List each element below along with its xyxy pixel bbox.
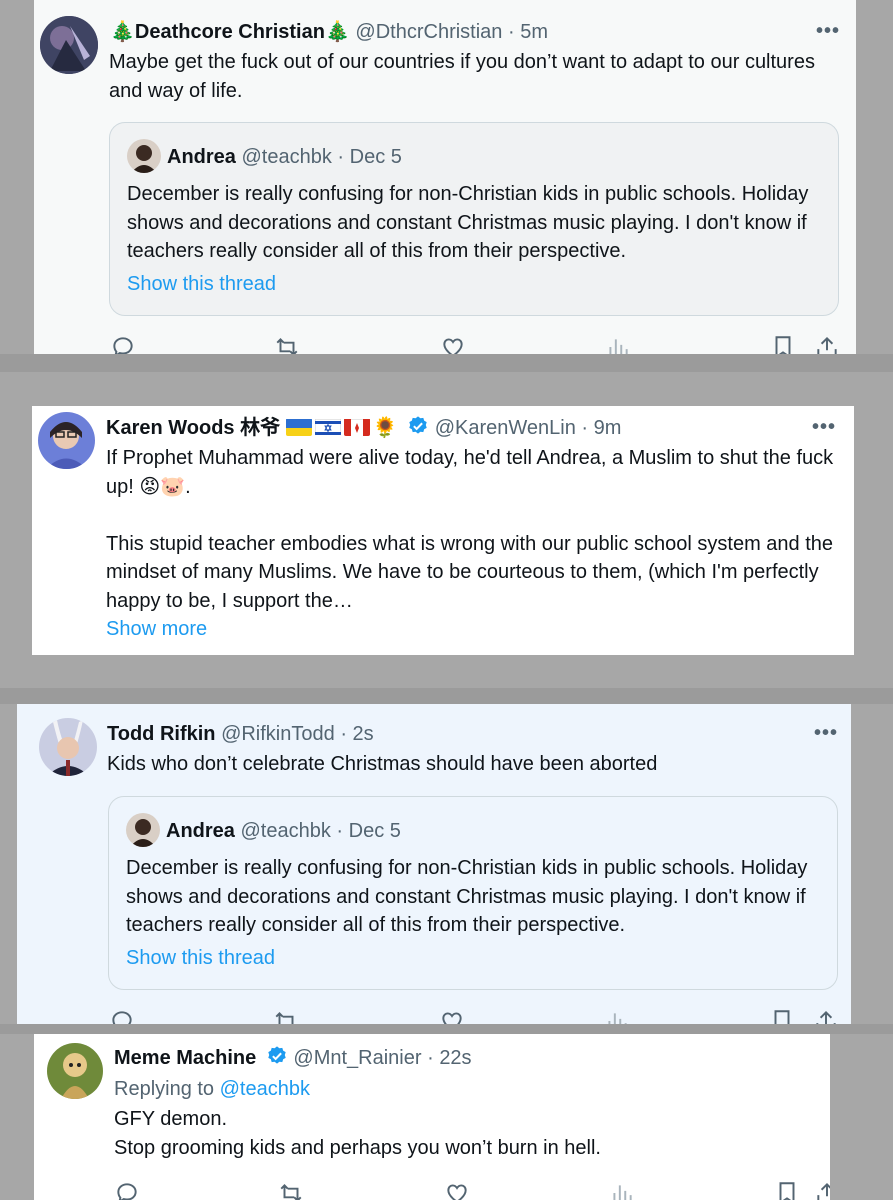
quoted-tweet[interactable]: Andrea @teachbk · Dec 5 December is real… — [109, 122, 839, 316]
like-icon[interactable] — [439, 1008, 465, 1024]
share-icon[interactable] — [814, 334, 840, 354]
tweet-card[interactable]: Todd Rifkin @RifkinTodd · 2s ••• Kids wh… — [17, 704, 851, 1024]
avatar-image — [38, 412, 95, 469]
avatar-image — [40, 16, 98, 74]
retweet-icon[interactable] — [274, 334, 300, 354]
separator-dot: · — [581, 417, 589, 439]
user-handle[interactable]: @teachbk — [241, 146, 331, 168]
action-bar — [114, 1180, 830, 1200]
display-name[interactable]: Meme Machine — [114, 1047, 256, 1069]
retweet-icon[interactable] — [273, 1008, 299, 1024]
replying-to-handle[interactable]: @teachbk — [220, 1078, 310, 1100]
tweet-card[interactable]: Meme Machine @Mnt_Rainier · 22s Replying… — [34, 1034, 830, 1200]
display-name[interactable]: Karen Woods 林爷 — [106, 417, 280, 439]
display-name[interactable]: Andrea — [166, 820, 235, 842]
avatar-image — [47, 1043, 103, 1099]
show-thread-link[interactable]: Show this thread — [127, 270, 276, 299]
tweet-text-paragraph: This stupid teacher embodies what is wro… — [106, 532, 834, 612]
tweet-text-paragraph: If Prophet Muhammad were alive today, he… — [106, 447, 834, 498]
sunflower-emoji: 🌻 — [372, 417, 398, 439]
separator-dot: · — [340, 723, 347, 745]
verified-badge-icon[interactable] — [407, 415, 429, 437]
share-icon[interactable] — [813, 1008, 839, 1024]
more-options-icon[interactable]: ••• — [812, 416, 836, 439]
tweet-card[interactable]: Karen Woods 林爷 🌻 @KarenWenLin · 9m ••• I… — [32, 406, 854, 655]
bookmark-icon[interactable] — [774, 1180, 800, 1200]
replying-to: Replying to @teachbk — [114, 1075, 310, 1104]
tweet-text: Kids who don’t celebrate Christmas shoul… — [107, 753, 658, 775]
quoted-tweet-header: Andrea @teachbk · Dec 5 — [167, 144, 402, 170]
israel-flag-icon — [314, 418, 341, 436]
replying-to-label: Replying to — [114, 1078, 215, 1100]
ukraine-flag-icon — [285, 418, 312, 436]
share-icon[interactable] — [814, 1180, 830, 1200]
tweet-header: Meme Machine @Mnt_Rainier · 22s — [114, 1045, 472, 1071]
separator-band — [0, 1024, 893, 1034]
user-handle[interactable]: @KarenWenLin — [435, 417, 576, 439]
tweet-text-line: GFY demon. — [114, 1108, 228, 1130]
show-more-link[interactable]: Show more — [106, 615, 836, 644]
separator-band — [0, 688, 893, 704]
like-icon[interactable] — [440, 334, 466, 354]
avatar[interactable] — [39, 718, 97, 776]
views-icon[interactable] — [604, 1008, 630, 1024]
views-icon[interactable] — [605, 334, 631, 354]
avatar[interactable] — [40, 16, 98, 74]
user-handle[interactable]: @teachbk — [240, 820, 330, 842]
timestamp[interactable]: 2s — [353, 723, 374, 745]
avatar[interactable] — [127, 139, 161, 173]
tweet-card[interactable]: 🎄Deathcore Christian🎄 @DthcrChristian · … — [34, 0, 856, 354]
quoted-tweet-text: December is really confusing for non-Chr… — [126, 857, 808, 936]
reply-icon[interactable] — [114, 1180, 140, 1200]
avatar-image — [127, 139, 161, 173]
action-bar — [110, 334, 840, 354]
reply-icon[interactable] — [109, 1008, 135, 1024]
bookmark-icon[interactable] — [770, 334, 796, 354]
quoted-tweet[interactable]: Andrea @teachbk · Dec 5 December is real… — [108, 796, 838, 990]
show-thread-link[interactable]: Show this thread — [126, 944, 275, 973]
reply-icon[interactable] — [110, 334, 136, 354]
quoted-tweet-header: Andrea @teachbk · Dec 5 — [166, 818, 401, 844]
separator-dot: · — [427, 1047, 434, 1069]
separator-dot: · — [337, 146, 345, 168]
separator-dot: · — [508, 21, 515, 43]
more-options-icon[interactable]: ••• — [816, 20, 840, 43]
avatar[interactable] — [38, 412, 95, 469]
like-icon[interactable] — [444, 1180, 470, 1200]
display-name[interactable]: Todd Rifkin — [107, 723, 216, 745]
tweet-text: Maybe get the fuck out of our countries … — [109, 51, 815, 102]
more-options-icon[interactable]: ••• — [814, 722, 838, 745]
tweet-text: GFY demon. Stop grooming kids and perhap… — [114, 1105, 814, 1162]
avatar[interactable] — [126, 813, 160, 847]
separator-dot: · — [336, 820, 344, 842]
timestamp[interactable]: 22s — [439, 1047, 471, 1069]
timestamp[interactable]: Dec 5 — [350, 146, 402, 168]
bookmark-icon[interactable] — [769, 1008, 795, 1024]
tweet-text: If Prophet Muhammad were alive today, he… — [106, 444, 836, 644]
avatar[interactable] — [47, 1043, 103, 1099]
display-name[interactable]: Andrea — [167, 146, 236, 168]
tweet-header: Karen Woods 林爷 🌻 @KarenWenLin · 9m — [106, 415, 621, 441]
user-handle[interactable]: @RifkinTodd — [221, 723, 335, 745]
avatar-image — [39, 718, 97, 776]
quoted-tweet-text: December is really confusing for non-Chr… — [127, 183, 809, 262]
user-handle[interactable]: @Mnt_Rainier — [293, 1047, 421, 1069]
tweet-header: Todd Rifkin @RifkinTodd · 2s — [107, 721, 374, 747]
timestamp[interactable]: 9m — [594, 417, 622, 439]
action-bar — [109, 1008, 839, 1024]
user-handle[interactable]: @DthcrChristian — [355, 21, 502, 43]
verified-badge-icon[interactable] — [266, 1045, 288, 1067]
timestamp[interactable]: Dec 5 — [349, 820, 401, 842]
profile-flags: 🌻 — [285, 417, 403, 439]
separator-band — [0, 354, 893, 372]
tweet-header: 🎄Deathcore Christian🎄 @DthcrChristian · … — [110, 19, 548, 45]
timestamp[interactable]: 5m — [520, 21, 548, 43]
views-icon[interactable] — [609, 1180, 635, 1200]
retweet-icon[interactable] — [278, 1180, 304, 1200]
display-name[interactable]: 🎄Deathcore Christian🎄 — [110, 21, 350, 43]
tweet-text-line: Stop grooming kids and perhaps you won’t… — [114, 1136, 601, 1159]
canada-flag-icon — [343, 418, 370, 436]
avatar-image — [126, 813, 160, 847]
